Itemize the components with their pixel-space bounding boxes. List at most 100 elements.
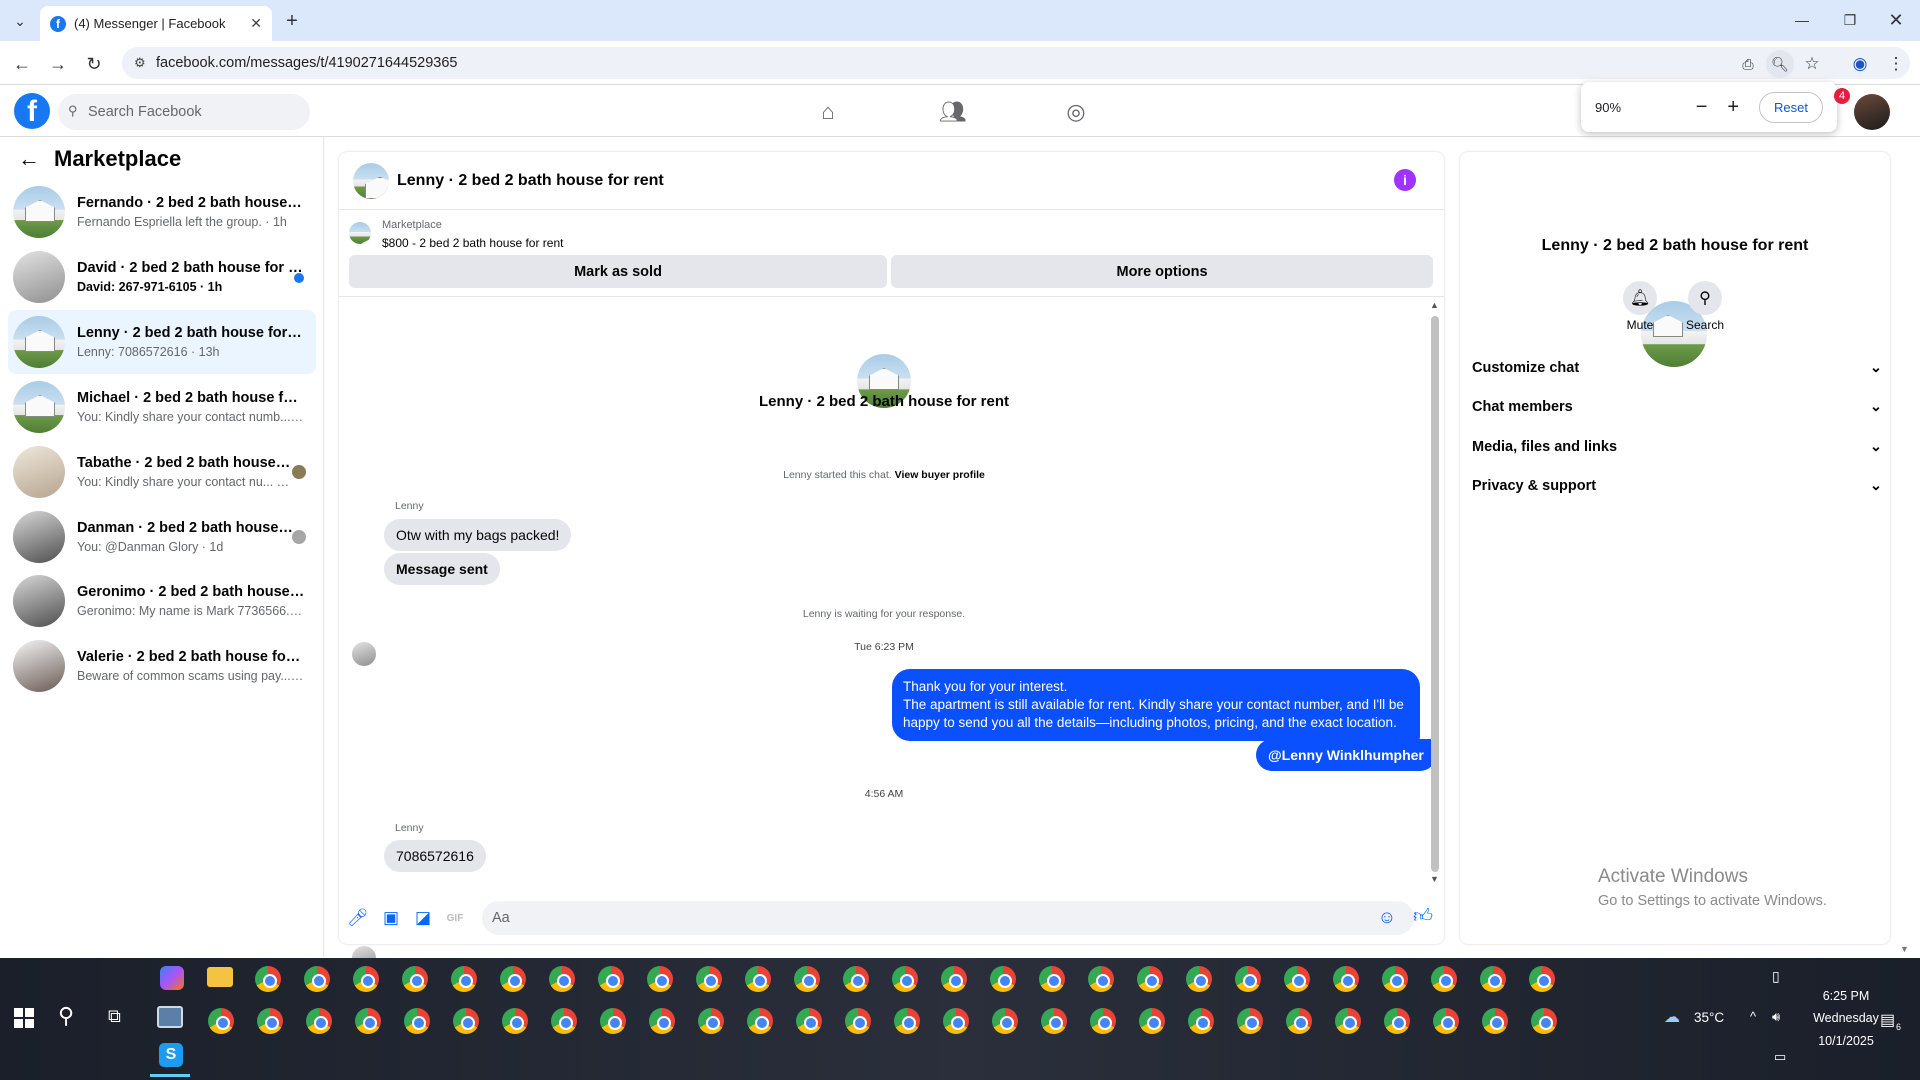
temperature[interactable]: 35°C bbox=[1694, 1010, 1724, 1025]
chrome-profile-icon[interactable] bbox=[500, 966, 526, 992]
close-window-icon[interactable]: ✕ bbox=[1884, 8, 1908, 32]
copilot-icon[interactable] bbox=[160, 966, 184, 990]
chrome-profile-icon[interactable] bbox=[1333, 966, 1359, 992]
mention-bubble[interactable]: @Lenny Winklhumpher bbox=[1256, 739, 1436, 771]
conversation-item[interactable]: David · 2 bed 2 bath house for re... Dav… bbox=[8, 245, 316, 309]
clock-date[interactable]: 10/1/2025 bbox=[1806, 1034, 1886, 1048]
install-app-icon[interactable]: ⎙ bbox=[1736, 52, 1760, 76]
back-arrow-icon[interactable]: ← bbox=[18, 146, 40, 172]
close-tab-icon[interactable]: ✕ bbox=[250, 15, 262, 32]
message-bubble[interactable]: Otw with my bags packed! bbox=[384, 519, 572, 551]
chrome-profile-icon[interactable] bbox=[600, 1008, 626, 1034]
chrome-profile-icon[interactable] bbox=[1529, 966, 1555, 992]
chrome-profile-icon[interactable] bbox=[1090, 1008, 1116, 1034]
browser-menu-icon[interactable]: ⋮ bbox=[1884, 52, 1908, 76]
chrome-profile-icon[interactable] bbox=[453, 1008, 479, 1034]
chrome-profile-icon[interactable] bbox=[698, 1008, 724, 1034]
chrome-profile-icon[interactable] bbox=[257, 1008, 283, 1034]
chrome-profile-icon[interactable] bbox=[892, 966, 918, 992]
chrome-profile-icon[interactable] bbox=[1188, 1008, 1214, 1034]
bookmark-star-icon[interactable]: ☆ bbox=[1800, 52, 1824, 76]
conversation-item[interactable]: Valerie · 2 bed 2 bath house for rent Be… bbox=[8, 634, 316, 698]
chrome-profile-icon[interactable] bbox=[1139, 1008, 1165, 1034]
image-app-icon[interactable] bbox=[157, 1006, 183, 1028]
network-icon[interactable]: ▭ bbox=[1774, 1049, 1786, 1065]
chrome-profile-icon[interactable] bbox=[843, 966, 869, 992]
conversation-item[interactable]: Fernando · 2 bed 2 bath house for ... Fe… bbox=[8, 180, 316, 244]
search-conversation-button[interactable]: ⚲ bbox=[1688, 281, 1722, 315]
windows-start-icon[interactable] bbox=[14, 1008, 34, 1028]
emoji-icon[interactable]: ☺ bbox=[1377, 907, 1397, 927]
chrome-profile-icon[interactable] bbox=[355, 1008, 381, 1034]
app-s-icon[interactable]: S bbox=[159, 1043, 183, 1067]
chrome-profile-icon[interactable] bbox=[1335, 1008, 1361, 1034]
profile-icon[interactable]: ◉ bbox=[1848, 52, 1872, 76]
chrome-profile-icon[interactable] bbox=[1284, 966, 1310, 992]
scroll-down-icon[interactable]: ▼ bbox=[1430, 874, 1439, 884]
gif-icon[interactable]: GIF bbox=[445, 908, 465, 928]
chrome-profile-icon[interactable] bbox=[306, 1008, 332, 1034]
info-icon[interactable]: i bbox=[1394, 169, 1416, 191]
chrome-profile-icon[interactable] bbox=[1384, 1008, 1410, 1034]
friends-icon[interactable]: 👥︎ bbox=[933, 92, 973, 132]
chrome-profile-icon[interactable] bbox=[1039, 966, 1065, 992]
address-bar[interactable]: ⚙ facebook.com/messages/t/41902716445293… bbox=[122, 47, 1910, 79]
chrome-profile-icon[interactable] bbox=[353, 966, 379, 992]
conversation-item[interactable]: Geronimo · 2 bed 2 bath house for... Ger… bbox=[8, 569, 316, 633]
site-info-icon[interactable]: ⚙ bbox=[134, 55, 146, 71]
chat-avatar[interactable] bbox=[353, 162, 389, 199]
chat-title[interactable]: Lenny · 2 bed 2 bath house for rent bbox=[397, 172, 664, 190]
chrome-profile-icon[interactable] bbox=[1433, 1008, 1459, 1034]
chrome-profile-icon[interactable] bbox=[208, 1008, 234, 1034]
chrome-profile-icon[interactable] bbox=[990, 966, 1016, 992]
my-message-bubble[interactable]: Thank you for your interest. The apartme… bbox=[892, 669, 1420, 741]
chrome-profile-icon[interactable] bbox=[1041, 1008, 1067, 1034]
photo-icon[interactable]: ▣ bbox=[381, 908, 401, 928]
chrome-profile-icon[interactable] bbox=[992, 1008, 1018, 1034]
chrome-profile-icon[interactable] bbox=[551, 1008, 577, 1034]
chrome-profile-icon[interactable] bbox=[941, 966, 967, 992]
clock-time[interactable]: 6:25 PM bbox=[1806, 989, 1886, 1003]
more-options-button[interactable]: More options bbox=[891, 255, 1433, 288]
listing-title[interactable]: $800 - 2 bed 2 bath house for rent bbox=[382, 236, 563, 250]
device-icon[interactable]: ▯ bbox=[1772, 968, 1780, 985]
chrome-profile-icon[interactable] bbox=[1431, 966, 1457, 992]
chrome-profile-icon[interactable] bbox=[402, 966, 428, 992]
conversation-item[interactable]: Danman · 2 bed 2 bath house fo... You: @… bbox=[8, 505, 316, 569]
zoom-icon[interactable]: 🔍︎ bbox=[1766, 50, 1794, 78]
tab-search-chevron-icon[interactable]: ⌄ bbox=[8, 10, 32, 32]
sticker-icon[interactable]: ◪ bbox=[413, 908, 433, 928]
chrome-profile-icon[interactable] bbox=[1482, 1008, 1508, 1034]
section-privacy-support[interactable]: Privacy & support ⌄ bbox=[1472, 478, 1882, 494]
chrome-profile-icon[interactable] bbox=[649, 1008, 675, 1034]
section-media-files-links[interactable]: Media, files and links ⌄ bbox=[1472, 439, 1882, 455]
facebook-logo-icon[interactable]: f bbox=[14, 93, 50, 129]
chrome-profile-icon[interactable] bbox=[845, 1008, 871, 1034]
chrome-profile-icon[interactable] bbox=[255, 966, 281, 992]
zoom-out-button[interactable]: − bbox=[1688, 96, 1716, 119]
new-tab-icon[interactable]: + bbox=[280, 10, 304, 32]
chrome-profile-icon[interactable] bbox=[1235, 966, 1261, 992]
listing-thumbnail[interactable] bbox=[349, 222, 371, 244]
chrome-profile-icon[interactable] bbox=[894, 1008, 920, 1034]
chrome-profile-icon[interactable] bbox=[943, 1008, 969, 1034]
chrome-profile-icon[interactable] bbox=[794, 966, 820, 992]
conversation-item[interactable]: Michael · 2 bed 2 bath house for r... Yo… bbox=[8, 375, 316, 439]
chrome-profile-icon[interactable] bbox=[1382, 966, 1408, 992]
message-input[interactable]: Aa bbox=[482, 901, 1414, 935]
chrome-profile-icon[interactable] bbox=[404, 1008, 430, 1034]
microphone-icon[interactable]: 🎤︎ bbox=[347, 908, 369, 928]
groups-icon[interactable]: ◎ bbox=[1056, 92, 1096, 132]
file-explorer-icon[interactable] bbox=[207, 967, 233, 987]
taskbar-search-icon[interactable]: ⚲ bbox=[58, 1003, 74, 1029]
chrome-profile-icon[interactable] bbox=[1137, 966, 1163, 992]
home-icon[interactable]: ⌂ bbox=[808, 92, 848, 132]
zoom-in-button[interactable]: + bbox=[1719, 96, 1747, 119]
minimize-icon[interactable]: — bbox=[1790, 8, 1814, 32]
forward-icon[interactable]: → bbox=[46, 52, 70, 76]
scroll-up-icon[interactable]: ▲ bbox=[1430, 300, 1439, 310]
chrome-profile-icon[interactable] bbox=[747, 1008, 773, 1034]
mute-button[interactable]: 🔔︎ bbox=[1623, 281, 1657, 315]
weather-icon[interactable]: ☁ bbox=[1664, 1007, 1680, 1027]
back-icon[interactable]: ← bbox=[10, 52, 34, 76]
